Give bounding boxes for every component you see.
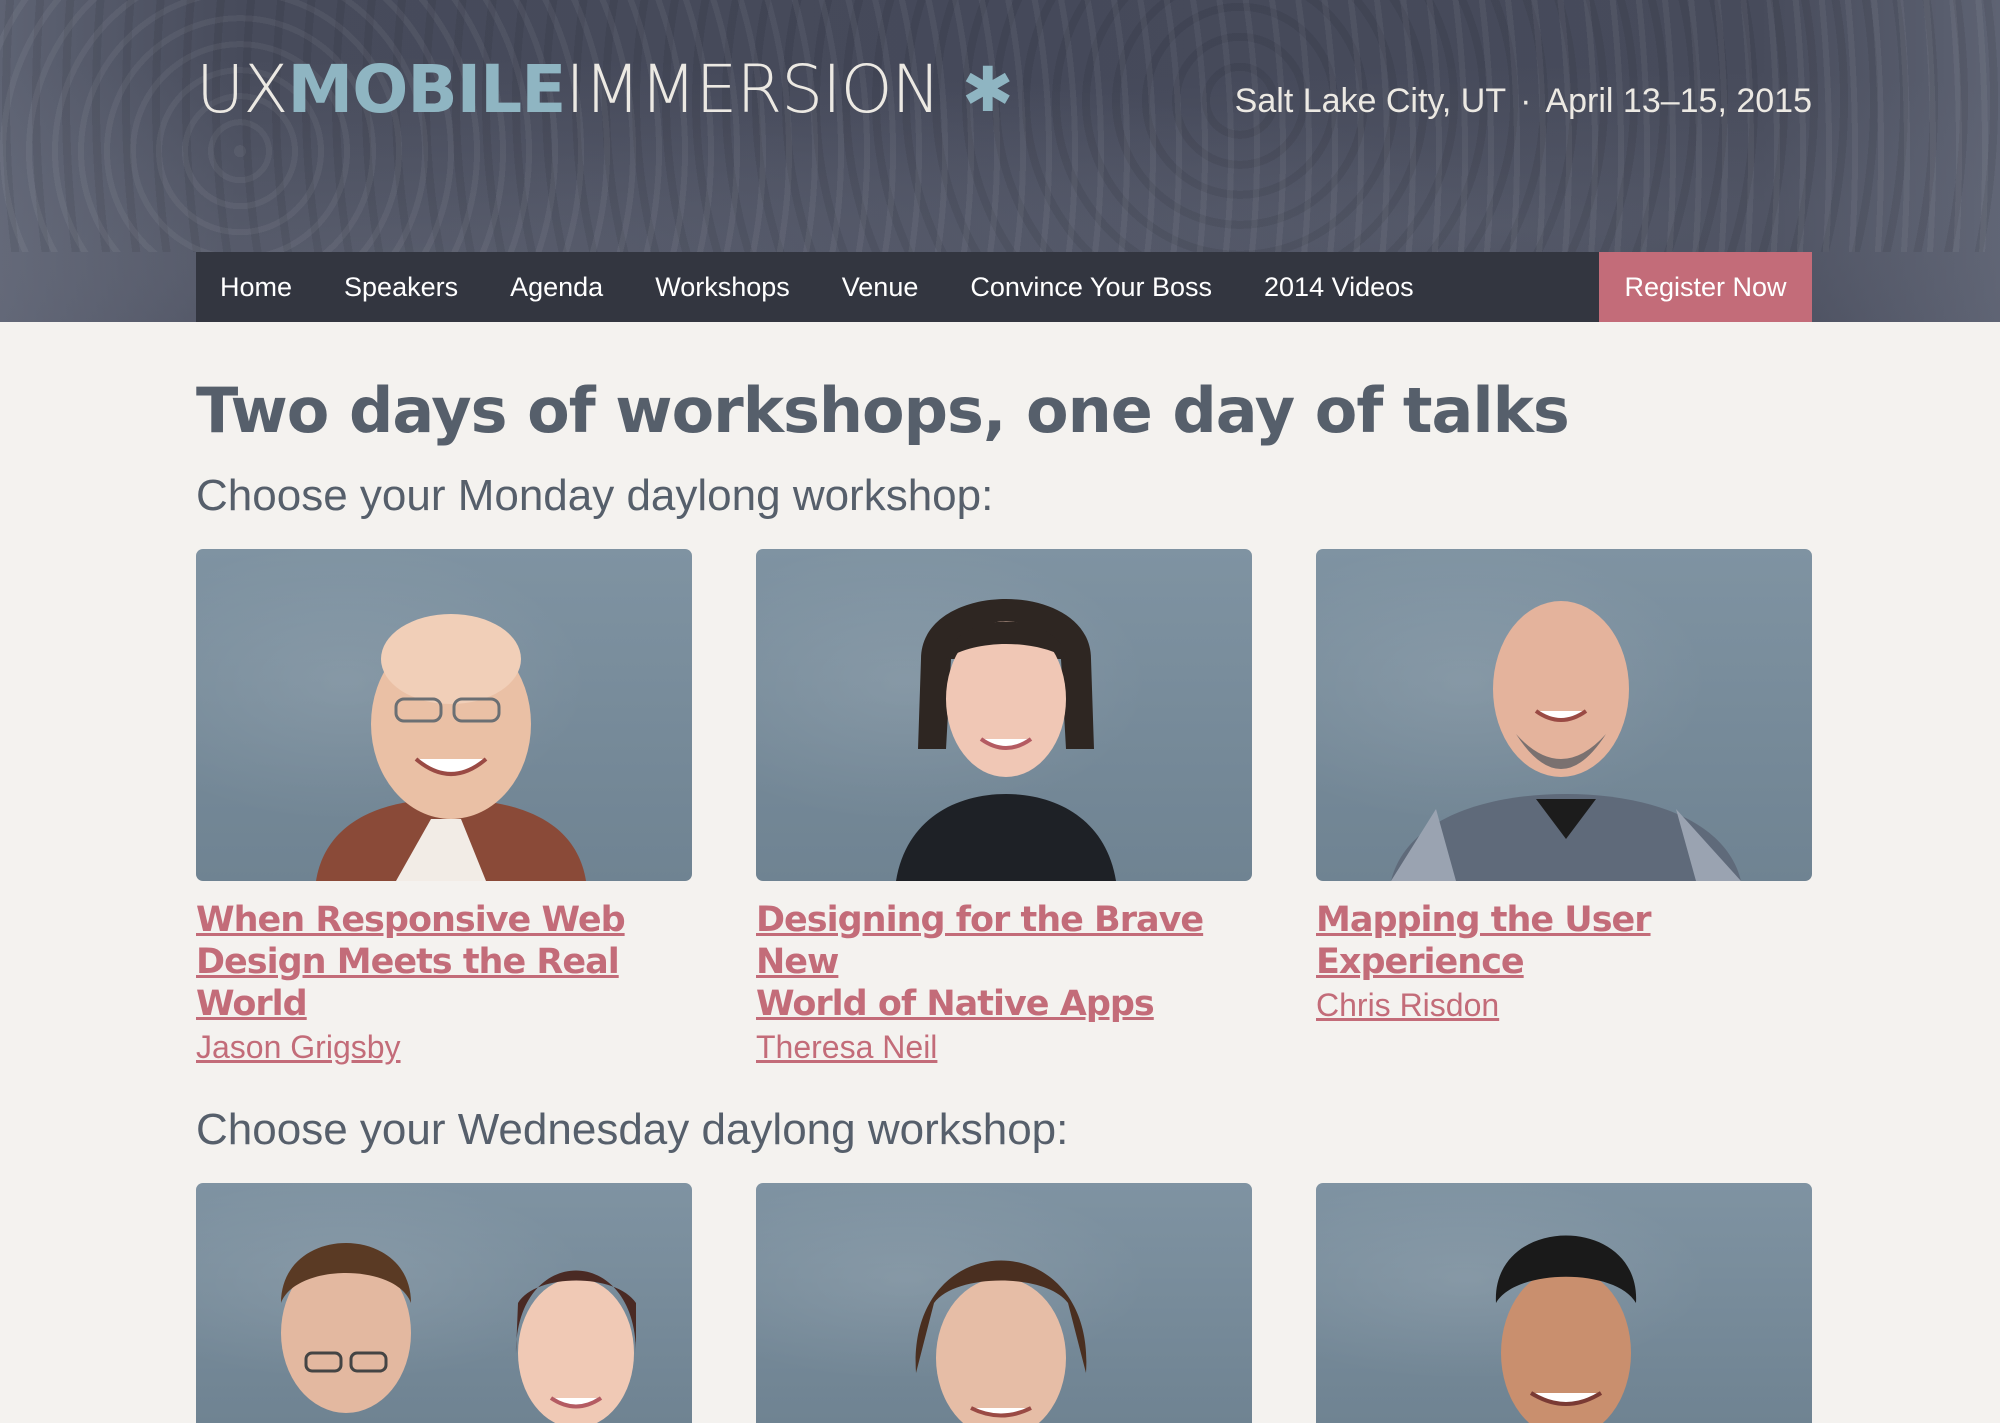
speaker-name-link[interactable]: Jason Grigsby	[196, 1029, 401, 1066]
workshop-title-line: Designing for the Brave New	[756, 900, 1204, 983]
nav-item-home[interactable]: Home	[220, 272, 292, 303]
nav-item-convince-your-boss[interactable]: Convince Your Boss	[970, 272, 1212, 303]
event-location-dates: Salt Lake City, UT · April 13–15, 2015	[1235, 82, 1812, 121]
speaker-photo[interactable]	[1316, 549, 1812, 882]
speaker-portrait-illustration	[915, 1260, 1087, 1423]
speaker-name-link[interactable]: Theresa Neil	[756, 1029, 937, 1066]
wednesday-section: Choose your Wednesday daylong workshop:	[196, 1082, 1812, 1423]
register-now-button[interactable]: Register Now	[1599, 252, 1812, 322]
logo-text-immersion: IMMERSION	[565, 51, 941, 128]
logo-text-ux: UX	[196, 51, 289, 128]
workshop-card	[756, 1182, 1252, 1423]
speaker-photo[interactable]	[756, 1182, 1252, 1423]
workshop-card: Mapping the User Experience Chris Risdon	[1316, 549, 1812, 1066]
page-title: Two days of workshops, one day of talks	[196, 374, 1570, 447]
workshop-card: Designing for the Brave New World of Nati…	[756, 549, 1252, 1066]
speaker-photo[interactable]	[756, 549, 1252, 882]
wednesday-workshop-cards	[196, 1182, 1812, 1423]
speaker-photo[interactable]	[196, 549, 692, 882]
nav-item-speakers[interactable]: Speakers	[344, 272, 458, 303]
workshop-title-line: Design Meets the Real World	[196, 942, 620, 1025]
event-location: Salt Lake City, UT	[1234, 82, 1507, 120]
speaker-portrait-illustration	[1391, 601, 1741, 882]
separator-dot: ·	[1520, 82, 1532, 120]
workshop-title-link[interactable]: Mapping the User Experience	[1316, 899, 1812, 983]
monday-workshop-cards: When Responsive Web Design Meets the Real…	[196, 549, 1812, 1066]
speaker-portrait-illustration	[281, 1242, 636, 1423]
speaker-portrait-illustration	[896, 599, 1116, 882]
main-navigation: Home Speakers Agenda Workshops Venue Con…	[196, 252, 1812, 322]
workshop-title-link[interactable]: Designing for the Brave New World of Nati…	[756, 899, 1252, 1025]
logo-text-mobile: MOBILE	[287, 51, 567, 128]
nav-item-2014-videos[interactable]: 2014 Videos	[1264, 272, 1414, 303]
site-header: UX MOBILE IMMERSION ✱ Salt Lake City, UT · Ap…	[0, 0, 2000, 322]
speaker-photo[interactable]	[1316, 1182, 1812, 1423]
asterisk-icon: ✱	[961, 53, 1014, 126]
workshop-title-line: When Responsive Web	[196, 900, 626, 941]
workshop-title-link[interactable]: When Responsive Web Design Meets the Real…	[196, 899, 692, 1025]
nav-item-workshops[interactable]: Workshops	[655, 272, 790, 303]
main-content: Two days of workshops, one day of talks …	[196, 322, 1812, 1423]
workshop-card	[196, 1182, 692, 1423]
speaker-portrait-illustration	[1495, 1235, 1637, 1423]
nav-item-venue[interactable]: Venue	[842, 272, 919, 303]
speaker-name-link[interactable]: Chris Risdon	[1316, 987, 1499, 1024]
workshop-card: When Responsive Web Design Meets the Real…	[196, 549, 692, 1066]
wednesday-workshops-heading: Choose your Wednesday daylong workshop:	[196, 1105, 1069, 1154]
nav-item-agenda[interactable]: Agenda	[510, 272, 603, 303]
speaker-photo[interactable]	[196, 1182, 692, 1423]
workshop-card	[1316, 1182, 1812, 1423]
site-logo[interactable]: UX MOBILE IMMERSION ✱	[196, 51, 1014, 128]
event-dates: April 13–15, 2015	[1545, 82, 1812, 120]
speaker-portrait-illustration	[316, 614, 586, 882]
monday-workshops-heading: Choose your Monday daylong workshop:	[196, 471, 994, 521]
workshop-title-line: World of Native Apps	[756, 984, 1155, 1025]
